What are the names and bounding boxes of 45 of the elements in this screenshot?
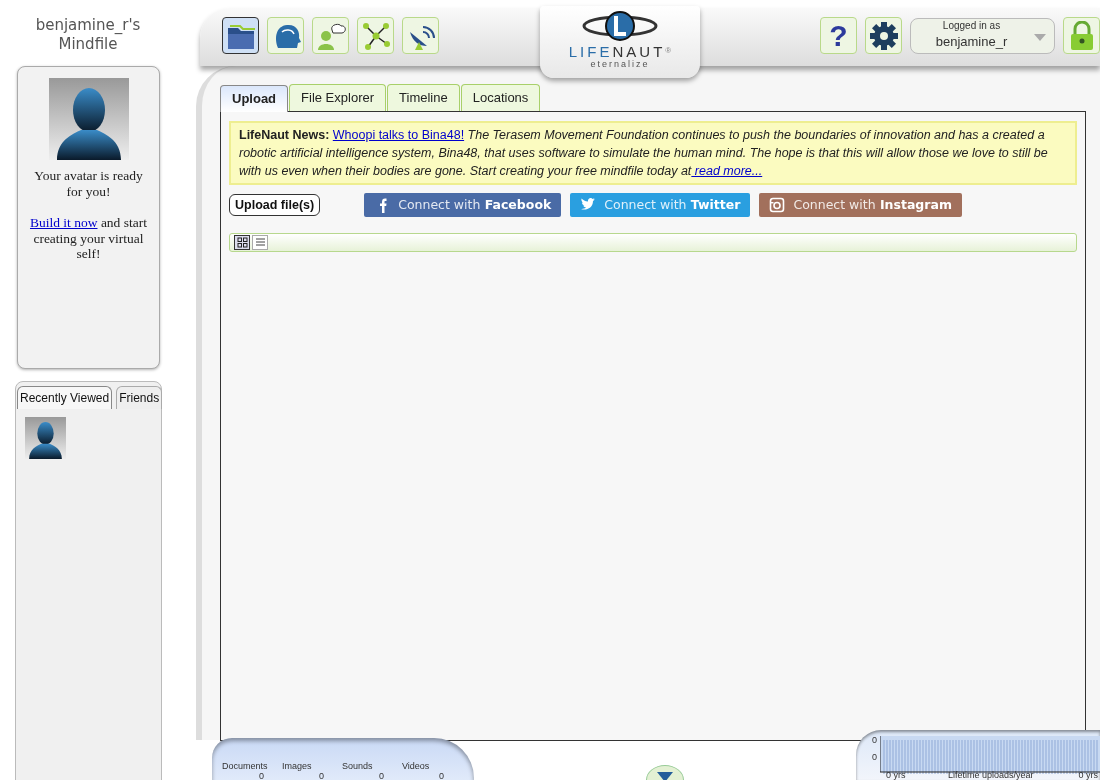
settings-button[interactable] [865,17,902,54]
list-icon [254,237,266,249]
chart-caption: Lifetime uploads/year [948,771,1034,780]
toolbar-button[interactable] [222,17,259,54]
tab[interactable]: Locations [460,84,541,111]
news-link[interactable]: Whoopi talks to Bina48! [332,127,465,142]
logout-button[interactable] [1063,17,1100,54]
avatar-message: Your avatar is ready for you! [33,168,144,200]
tab[interactable]: Timeline [387,84,460,111]
build-avatar-text: Build it now and start creating your virtual self! [29,215,148,262]
tab[interactable]: Upload [220,85,289,112]
logo-tagline: eternalize [589,59,651,70]
camera-icon [769,196,786,213]
avatar-icon [47,78,130,160]
profile-title: benjamine_r's Mindfile [34,15,142,55]
tab[interactable]: File Explorer [289,84,387,111]
axis-label: 0 yrs [886,771,906,780]
upload-count: Videos 0 [402,761,445,780]
upload-count: Images 0 [282,761,325,780]
dropdown-caret-icon [1034,33,1046,41]
read-more-link[interactable]: read more... [691,163,763,178]
axis-label: 0 [872,736,877,745]
connect-button[interactable]: Connect with Instagram [759,192,962,218]
down-arrow-icon [657,772,673,780]
help-button[interactable]: ? [820,17,857,54]
upload-count: Sounds 0 [342,761,385,780]
logged-in-caption: Logged in as [941,19,1002,32]
upload-button[interactable]: Upload file(s) [229,193,321,217]
side-tab[interactable]: Recently Viewed [17,386,113,409]
user-menu[interactable]: Logged in as benjamine_r [910,17,1055,54]
connect-button[interactable]: Connect with Facebook [364,192,562,218]
settings-icon [868,20,899,51]
bird-icon [580,196,597,213]
axis-label: 0 yrs [1078,771,1098,780]
view-mode-button[interactable] [234,235,250,251]
axis-label: 0 [872,753,877,762]
news-banner: LifeNaut News: Whoopi talks to Bina48! The Terasem Movement Foundation continues to push the boundaries of innovation and has a created a robotic artificial intelligence system, Bina48, that uses software to simulate the human mind. The hope is that this will allow those we love to still be with us even when their bodies are gone. Start creating your free mindfile today at read more... [229,120,1077,185]
build-link[interactable]: Build it now [30,215,98,231]
logo-text: LIFE NAUT [568,43,666,60]
grid-icon [236,237,248,249]
avatar-icon [25,417,66,459]
username: benjamine_r [934,32,1009,51]
side-tab[interactable]: Friends [116,386,163,409]
registered-mark: ® [665,46,672,55]
upload-count: Documents 0 [222,761,269,780]
